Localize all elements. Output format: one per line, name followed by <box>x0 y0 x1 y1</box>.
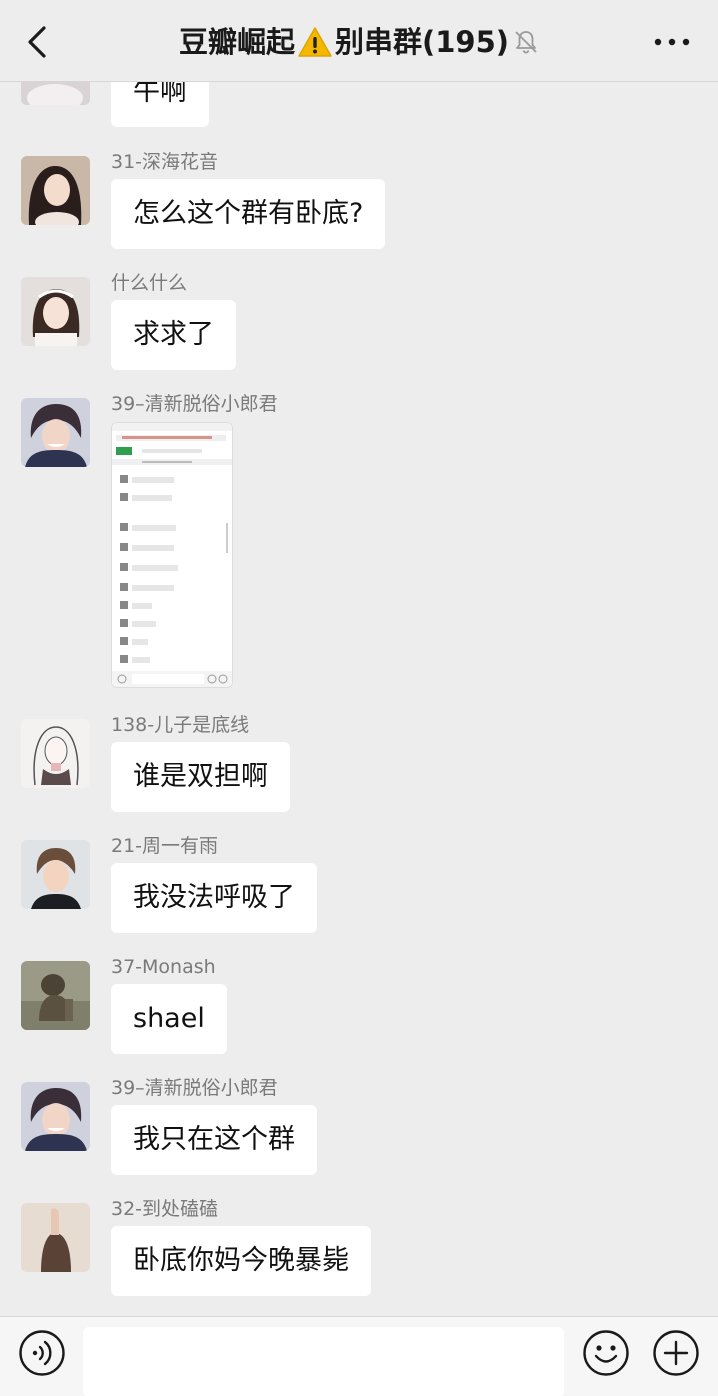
more-button[interactable] <box>652 30 692 54</box>
avatar[interactable] <box>21 398 90 467</box>
message-bubble[interactable]: 谁是双担啊 <box>111 742 290 812</box>
sender-name: 39–清新脱俗小郎君 <box>111 1077 278 1099</box>
message-input[interactable] <box>83 1327 564 1396</box>
sender-name: 138-儿子是底线 <box>111 714 250 736</box>
sender-name: 21-周一有雨 <box>111 835 219 857</box>
avatar[interactable] <box>21 1082 90 1151</box>
voice-icon <box>19 1330 65 1376</box>
warning-icon <box>297 26 333 68</box>
message-bubble[interactable]: 我只在这个群 <box>111 1105 317 1175</box>
plus-icon <box>653 1330 699 1376</box>
message-bubble[interactable]: 卧底你妈今晚暴毙 <box>111 1226 371 1296</box>
chat-title-part1: 豆瓣崛起 <box>178 25 295 59</box>
screenshot-thumbnail <box>112 423 232 687</box>
input-bar <box>0 1316 718 1396</box>
avatar[interactable] <box>21 719 90 788</box>
message-bubble[interactable]: 我没法呼吸了 <box>111 863 317 933</box>
voice-button[interactable] <box>18 1329 66 1377</box>
message-bubble[interactable]: 怎么这个群有卧底? <box>111 179 386 249</box>
image-message[interactable] <box>111 422 233 688</box>
avatar[interactable] <box>21 156 90 225</box>
more-icon <box>654 38 690 46</box>
member-count: (195) <box>421 25 510 59</box>
bell-off-icon <box>513 25 539 65</box>
avatar[interactable] <box>21 961 90 1030</box>
sender-name: 什么什么 <box>111 272 188 294</box>
chat-screen: 豆瓣崛起 别串群(195) 牛啊 31-深海花音 怎么这个群有卧底? 什么什么 求… <box>0 0 718 1396</box>
sender-name: 32-到处磕磕 <box>111 1198 219 1220</box>
chat-title-part2: 别串群 <box>334 25 422 59</box>
more-functions-button[interactable] <box>652 1329 700 1377</box>
chat-header: 豆瓣崛起 别串群(195) <box>0 0 718 82</box>
sender-name: 37-Monash <box>111 956 216 978</box>
avatar[interactable] <box>21 277 90 346</box>
message-bubble[interactable]: shael <box>111 984 227 1054</box>
sender-name: 31-深海花音 <box>111 151 219 173</box>
avatar[interactable] <box>21 840 90 909</box>
emoji-button[interactable] <box>582 1329 630 1377</box>
chat-title: 豆瓣崛起 别串群(195) <box>0 22 718 68</box>
avatar[interactable] <box>21 1203 90 1272</box>
emoji-icon <box>583 1330 629 1376</box>
sender-name: 39–清新脱俗小郎君 <box>111 393 278 415</box>
message-bubble[interactable]: 求求了 <box>111 300 236 370</box>
